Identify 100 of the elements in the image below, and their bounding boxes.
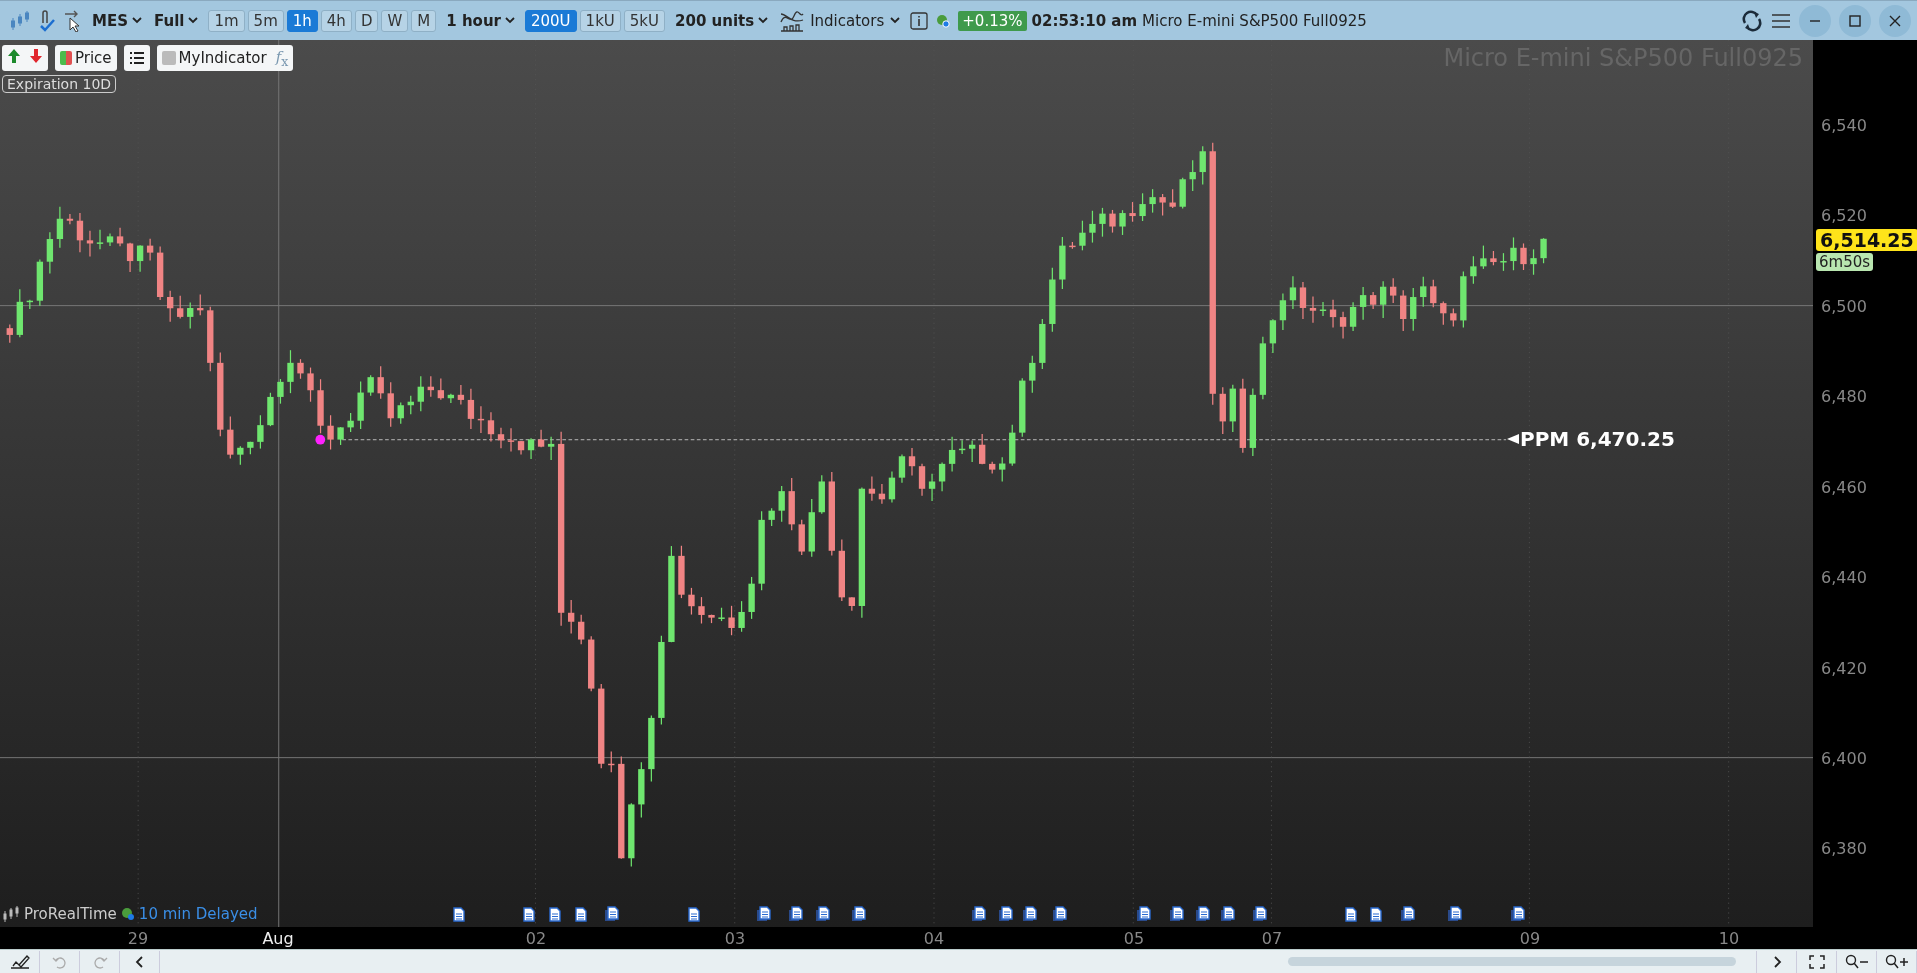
document-icon[interactable] (546, 906, 563, 922)
documents-icon[interactable] (1194, 906, 1211, 922)
menu-icon[interactable] (1771, 11, 1791, 30)
caret-icon (188, 17, 199, 24)
document-icon[interactable] (572, 906, 589, 922)
expiration-badge: Expiration 10D (2, 75, 117, 93)
date-label: Aug (262, 929, 294, 948)
hand-check-icon[interactable] (38, 8, 56, 33)
down-arrow-icon (27, 47, 45, 65)
feed-status-link[interactable]: 10 min Delayed (138, 905, 258, 923)
scrollbar-thumb[interactable] (1288, 957, 1736, 966)
documents-icon[interactable] (604, 906, 621, 922)
timeframe-button[interactable]: M (411, 9, 437, 32)
price-label: 6,520 (1821, 206, 1867, 226)
cursor-icon[interactable] (64, 9, 82, 32)
chart-icon (780, 9, 805, 32)
document-icon[interactable] (521, 906, 538, 922)
period-dropdown[interactable]: 1 hour (444, 11, 517, 30)
price-label: 6,400 (1821, 749, 1867, 768)
close-button[interactable] (1879, 4, 1911, 37)
documents-icon[interactable] (1022, 906, 1039, 922)
timeframe-button[interactable]: 4h (320, 9, 352, 32)
status-dot-icon (120, 907, 135, 921)
timeframe-button[interactable]: 1h (286, 9, 318, 32)
clock-time: 02:53:10 am (1031, 11, 1138, 30)
price-label: 6,380 (1821, 839, 1867, 859)
documents-icon[interactable] (755, 906, 772, 922)
date-label: 04 (923, 929, 945, 948)
maximize-button[interactable] (1839, 4, 1871, 37)
documents-icon[interactable] (997, 906, 1014, 922)
document-icon[interactable] (1342, 906, 1359, 922)
documents-icon[interactable] (814, 906, 831, 922)
documents-icon[interactable] (851, 906, 868, 922)
list-button[interactable] (123, 45, 150, 71)
caret-icon (505, 17, 515, 24)
candlestick-icon (2, 905, 20, 923)
pen-icon (8, 953, 31, 970)
unit-button[interactable]: 1kU (579, 9, 621, 32)
indicator-legend-button[interactable]: MyIndicator f$_{x}$ (156, 45, 294, 71)
date-label: 03 (724, 929, 746, 948)
candle-timer-badge: 6m50s (1816, 253, 1874, 271)
timeframe-button[interactable]: W (381, 9, 409, 32)
date-label: 09 (1519, 929, 1541, 948)
documents-icon[interactable] (1400, 906, 1417, 922)
price-label: 6,500 (1821, 296, 1867, 316)
marker-dot (315, 434, 326, 445)
documents-icon[interactable] (971, 906, 988, 922)
ppm-label: PPM 6,470.25 (1520, 427, 1675, 451)
documents-icon[interactable] (1446, 906, 1463, 922)
caret-icon (758, 17, 769, 24)
info-icon[interactable] (910, 11, 929, 30)
unit-button[interactable]: 5kU (623, 9, 666, 32)
document-icon[interactable] (1368, 906, 1385, 922)
indicators-dropdown[interactable]: Indicators (778, 9, 903, 32)
date-label: 10 (1718, 929, 1740, 948)
status-dot-icon (936, 13, 951, 28)
caret-icon (890, 17, 901, 24)
mode-dropdown[interactable]: Full (152, 11, 201, 30)
date-label: 02 (525, 929, 547, 948)
timeframe-button[interactable]: 5m (247, 9, 284, 32)
document-icon[interactable] (686, 906, 703, 922)
fullscreen-icon (1808, 954, 1825, 969)
chevron-left-icon (133, 954, 146, 969)
up-arrow-icon (5, 47, 23, 65)
timeframe-button[interactable]: 1m (208, 9, 245, 32)
documents-icon[interactable] (1051, 906, 1068, 922)
documents-icon[interactable] (787, 906, 804, 922)
price-label: 6,480 (1821, 387, 1867, 407)
unit-button[interactable]: 200U (525, 9, 577, 32)
maximize-icon (1848, 13, 1862, 28)
price-legend-button[interactable]: Price (55, 45, 117, 71)
minimize-icon (1809, 19, 1821, 22)
date-label: 29 (127, 929, 149, 948)
date-label: 05 (1123, 929, 1145, 948)
price-label: 6,420 (1821, 658, 1867, 678)
direction-buttons[interactable] (2, 45, 48, 71)
change-badge: +0.13% (958, 10, 1027, 31)
instrument-name: Micro E-mini S&P500 Full0925 (1142, 11, 1367, 30)
zoom-in-icon (1884, 953, 1909, 970)
list-icon (128, 51, 145, 65)
sync-icon[interactable] (1741, 9, 1763, 32)
symbol-dropdown[interactable]: MES (90, 11, 144, 30)
brand-label: ProRealTime (24, 905, 117, 923)
current-price-badge: 6,514.25 (1816, 229, 1917, 251)
documents-icon[interactable] (1220, 906, 1237, 922)
documents-icon[interactable] (1169, 906, 1186, 922)
close-icon (1888, 13, 1902, 28)
zoom-out-icon (1844, 953, 1869, 970)
documents-icon[interactable] (1252, 906, 1269, 922)
price-label: 6,540 (1821, 115, 1867, 135)
caret-icon (132, 17, 142, 24)
documents-icon[interactable] (1136, 906, 1153, 922)
documents-icon[interactable] (1510, 906, 1527, 922)
date-label: 07 (1261, 929, 1283, 948)
price-label: 6,440 (1821, 568, 1867, 588)
timeframe-button[interactable]: D (354, 9, 379, 32)
document-icon[interactable] (451, 906, 468, 922)
price-label: 6,460 (1821, 477, 1867, 497)
pointer-icon (1507, 433, 1519, 445)
units-dropdown[interactable]: 200 units (673, 11, 771, 30)
